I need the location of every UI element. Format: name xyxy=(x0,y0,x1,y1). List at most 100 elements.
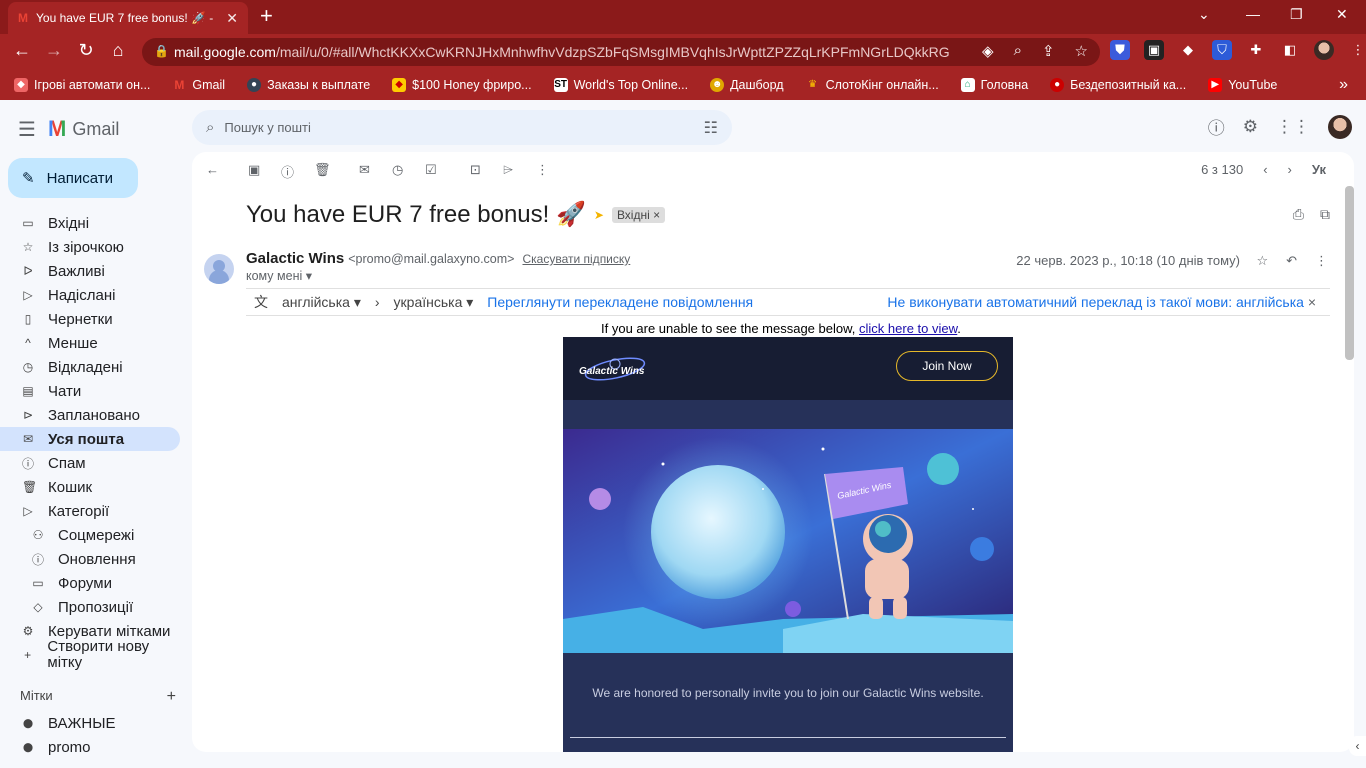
compose-button[interactable]: ✎ Написати xyxy=(8,158,138,198)
tab-close-icon[interactable]: ✕ xyxy=(226,10,238,27)
hero-image[interactable]: Galactic Wins xyxy=(563,429,1013,653)
help-icon[interactable]: ⓘ xyxy=(1208,114,1225,139)
archive-icon[interactable]: ▣ xyxy=(248,162,260,178)
reload-icon[interactable]: ↻ xyxy=(70,40,102,61)
vpn-extension-icon[interactable]: ⛉ xyxy=(1212,40,1232,60)
gmail-logo[interactable]: M Gmail xyxy=(48,116,119,142)
zoom-icon[interactable]: ⌕ xyxy=(1014,42,1022,60)
new-tab-button[interactable]: + xyxy=(260,5,273,27)
search-input[interactable]: Пошук у пошті xyxy=(224,120,310,135)
sidebar-item[interactable]: ▤ Чати xyxy=(0,379,180,403)
galactic-wins-logo[interactable]: Galactic Wins xyxy=(577,352,649,389)
apps-grid-icon[interactable]: ⋮⋮ xyxy=(1276,117,1310,137)
bookmark-item[interactable]: ◆ Ігрові автомати он... xyxy=(14,78,150,92)
side-panel-toggle-icon[interactable]: ‹ xyxy=(1349,736,1366,756)
translate-page-icon[interactable]: ◈ xyxy=(982,42,994,60)
back-to-list-icon[interactable]: ← xyxy=(206,162,219,177)
side-panel-icon[interactable]: ◧ xyxy=(1280,40,1300,60)
sidebar-item[interactable]: ⓘ Спам xyxy=(0,451,180,475)
label-item[interactable]: ⬤ promo xyxy=(0,735,180,759)
bookmark-item[interactable]: ST World's Top Online... xyxy=(553,78,688,92)
profile-avatar-icon[interactable] xyxy=(1314,40,1334,60)
bookmark-item[interactable]: ⌂ Головна xyxy=(960,78,1028,92)
sidebar-item[interactable]: ▯ Чернетки xyxy=(0,307,180,331)
target-language-select[interactable]: українська ▾ xyxy=(394,294,474,311)
view-translated-link[interactable]: Переглянути перекладене повідомлення xyxy=(487,294,753,310)
join-now-button[interactable]: Join Now xyxy=(896,351,998,381)
search-bar[interactable]: ⌕ Пошук у пошті ☷ xyxy=(192,110,732,145)
older-icon[interactable]: › xyxy=(1288,162,1292,177)
browser-menu-icon[interactable]: ⋮ xyxy=(1348,40,1366,60)
input-tools-button[interactable]: Ук xyxy=(1312,162,1326,177)
back-icon[interactable]: ← xyxy=(6,40,38,61)
address-bar[interactable]: 🔒 mail.google.com/mail/u/0/#all/WhctKKXx… xyxy=(142,38,1100,66)
sidebar-item[interactable]: ᐅ Важливі xyxy=(0,259,180,283)
bookmark-item[interactable]: ♛ СлотоКінг онлайн... xyxy=(806,78,939,92)
sidebar-item[interactable]: ▭ Форуми xyxy=(0,571,180,595)
recipient-dropdown[interactable]: кому мені ▾ xyxy=(246,268,312,283)
main-menu-icon[interactable]: ☰ xyxy=(18,117,36,142)
bookmark-item[interactable]: ● Бездепозитный ка... xyxy=(1050,78,1186,92)
print-icon[interactable]: ⎙ xyxy=(1293,206,1304,223)
minimize-icon[interactable]: — xyxy=(1246,6,1260,22)
inbox-label-chip[interactable]: Вхідні × xyxy=(611,206,666,223)
translate-close-icon[interactable]: × xyxy=(1308,294,1316,310)
cube-extension-icon[interactable]: ▣ xyxy=(1144,40,1164,60)
move-to-icon[interactable]: ⊡ xyxy=(470,162,481,178)
settings-icon[interactable]: ⚙ xyxy=(1243,117,1258,137)
sidebar-item[interactable]: ▷ Надіслані xyxy=(0,283,180,307)
sidebar-item[interactable]: ▭ Вхідні xyxy=(0,211,180,235)
sidebar-item[interactable]: ◷ Відкладені xyxy=(0,355,180,379)
message-scrollbar[interactable] xyxy=(1345,186,1354,360)
view-in-browser-link[interactable]: click here to view xyxy=(859,321,957,336)
sidebar-item[interactable]: ^ Менше xyxy=(0,331,180,355)
bookmark-star-icon[interactable]: ☆ xyxy=(1075,42,1088,60)
puzzle-extensions-icon[interactable]: ✚ xyxy=(1246,40,1266,60)
bookmark-item[interactable]: ▶ YouTube xyxy=(1208,78,1277,92)
bookmarks-overflow-icon[interactable]: » xyxy=(1339,76,1348,94)
tab-search-icon[interactable]: ⌄ xyxy=(1198,6,1210,23)
unsubscribe-link[interactable]: Скасувати підписку xyxy=(522,252,630,266)
mark-unread-icon[interactable]: ✉ xyxy=(359,162,370,178)
share-icon[interactable]: ⇪ xyxy=(1042,42,1055,60)
fox-extension-icon[interactable]: ◆ xyxy=(1178,40,1198,60)
sender-name[interactable]: Galactic Wins xyxy=(246,250,344,267)
bookmark-item[interactable]: ◆ $100 Honey фриро... xyxy=(392,78,532,92)
star-icon[interactable]: ☆ xyxy=(1256,253,1268,269)
sidebar-item[interactable]: + Створити нову мітку xyxy=(0,639,180,671)
search-options-icon[interactable]: ☷ xyxy=(704,118,718,138)
home-icon[interactable]: ⌂ xyxy=(102,40,134,61)
search-icon[interactable]: ⌕ xyxy=(206,119,214,136)
sidebar-item[interactable]: ◇ Пропозиції xyxy=(0,595,180,619)
source-language-select[interactable]: англійська ▾ xyxy=(282,294,361,311)
reply-icon[interactable]: ↶ xyxy=(1286,253,1297,269)
bookmark-item[interactable]: M Gmail xyxy=(172,78,225,92)
no-auto-translate-link[interactable]: Не виконувати автоматичний переклад із т… xyxy=(887,294,1330,310)
sidebar-item[interactable]: 🗑 Кошик xyxy=(0,475,180,499)
snooze-icon[interactable]: ◷ xyxy=(392,162,403,178)
message-more-icon[interactable]: ⋮ xyxy=(1315,253,1328,269)
sidebar-item[interactable]: ⓘ Оновлення xyxy=(0,547,180,571)
sidebar-item[interactable]: ⊳ Заплановано xyxy=(0,403,180,427)
bookmark-item[interactable]: ☻ Дашборд xyxy=(710,78,784,92)
forward-icon[interactable]: → xyxy=(38,40,70,61)
newer-icon[interactable]: ‹ xyxy=(1263,162,1267,177)
shield-extension-icon[interactable]: ⛊ xyxy=(1110,40,1130,60)
more-actions-icon[interactable]: ⋮ xyxy=(536,162,549,178)
account-avatar[interactable] xyxy=(1328,114,1352,139)
label-item[interactable]: ⬤ ВАЖНЫЕ xyxy=(0,711,180,735)
label-icon[interactable]: ⌲ xyxy=(503,162,513,178)
sidebar-item[interactable]: ✉ Уся пошта xyxy=(0,427,180,451)
sidebar-item[interactable]: ☆ Із зірочкою xyxy=(0,235,180,259)
important-marker-icon[interactable]: ➤ xyxy=(594,208,604,222)
delete-icon[interactable]: 🗑 xyxy=(314,162,331,178)
restore-icon[interactable]: ❐ xyxy=(1290,6,1303,23)
add-label-icon[interactable]: + xyxy=(167,688,176,706)
add-task-icon[interactable]: ☑ xyxy=(425,162,437,178)
window-close-icon[interactable]: ✕ xyxy=(1336,6,1348,23)
report-spam-icon[interactable]: ⓘ xyxy=(281,162,294,181)
sidebar-item[interactable]: ▷ Категорії xyxy=(0,499,180,523)
browser-tab[interactable]: M You have EUR 7 free bonus! 🚀 - ✕ xyxy=(8,2,248,34)
bookmark-item[interactable]: ● Заказы к выплате xyxy=(247,78,370,92)
sidebar-item[interactable]: ⚇ Соцмережі xyxy=(0,523,180,547)
